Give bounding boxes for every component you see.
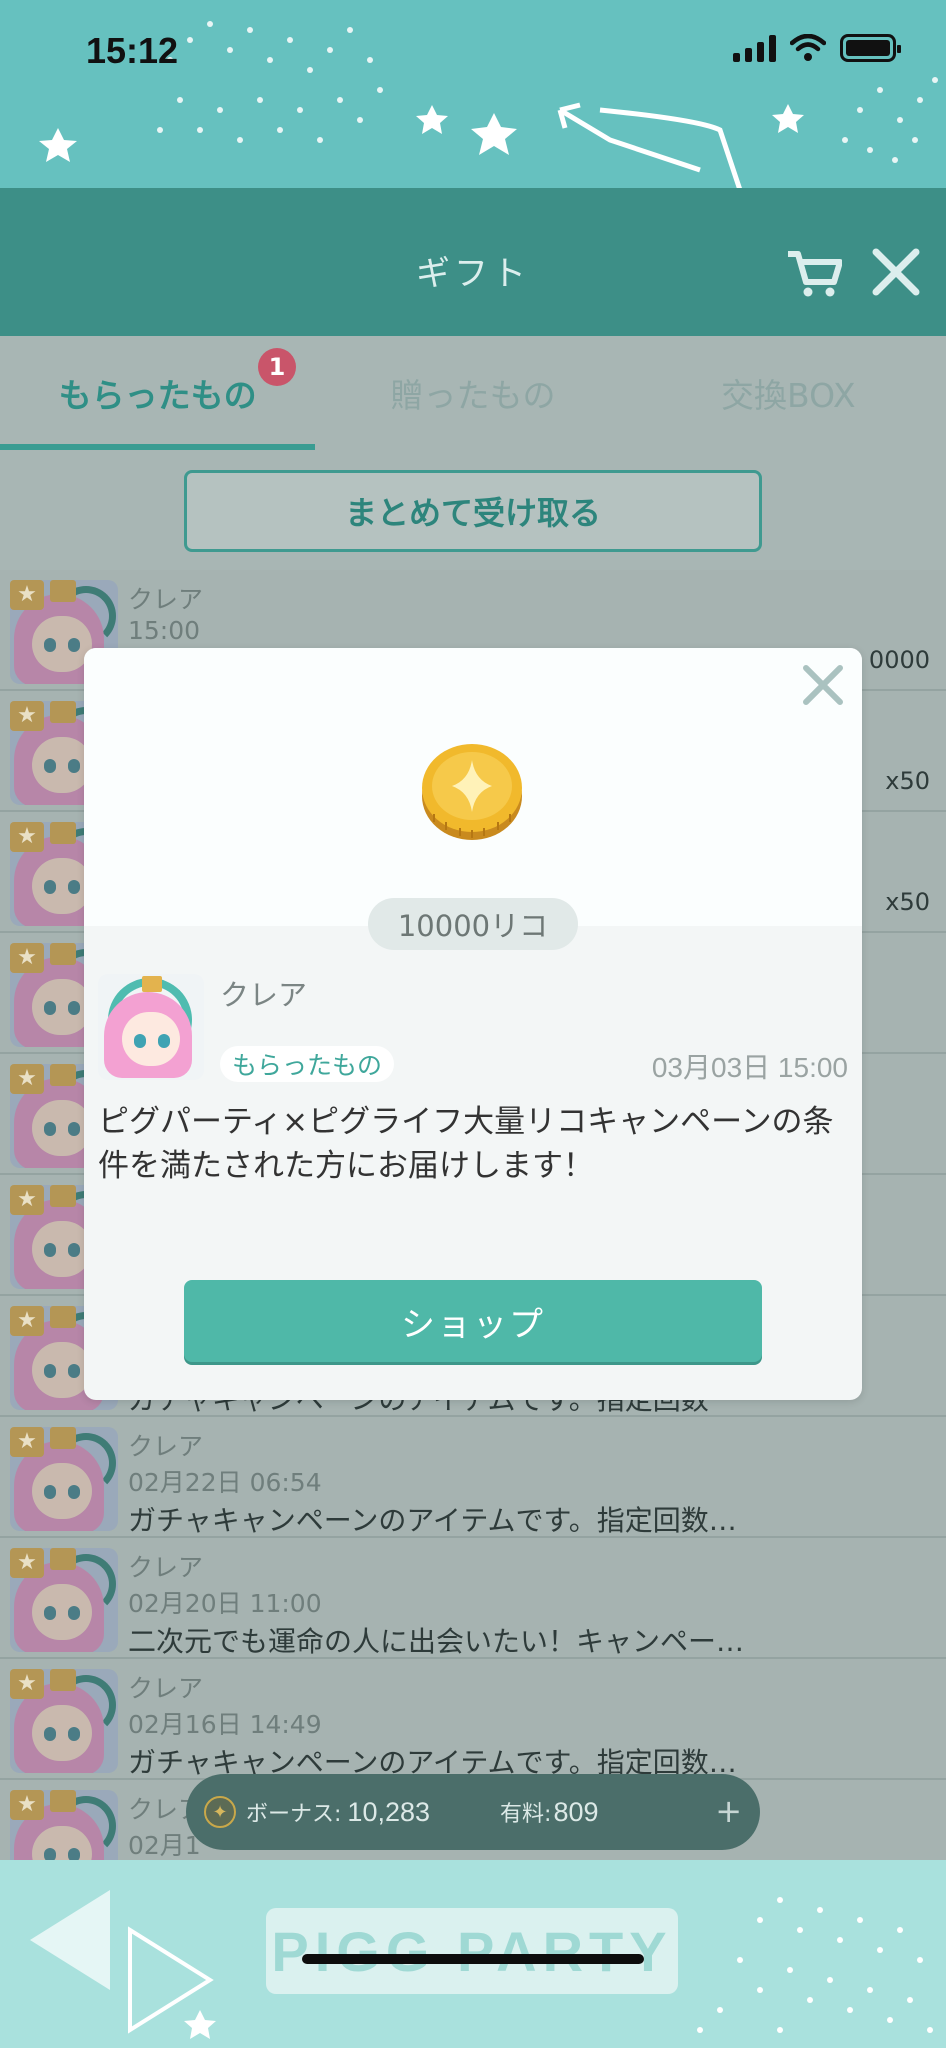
row-date: 02月20日 11:00 <box>128 1589 322 1618</box>
close-icon[interactable] <box>870 246 922 298</box>
row-message: ガチャキャンペーンのアイテムです。指定回数… <box>128 1504 737 1537</box>
star-icon: ★ <box>10 580 44 610</box>
star-icon: ★ <box>10 1306 44 1336</box>
row-message: 二次元でも運命の人に出会いたい！キャンペー… <box>128 1625 745 1658</box>
notification-badge: 1 <box>258 348 296 386</box>
tab-exchange-label: 交換BOX <box>721 376 856 415</box>
shop-button[interactable]: ショップ <box>184 1280 762 1362</box>
tab-sent[interactable]: 贈ったもの <box>315 336 630 450</box>
bonus-label: ボーナス: <box>246 1802 342 1827</box>
row-date: 02月16日 14:49 <box>128 1710 322 1739</box>
star-icon: ★ <box>10 701 44 731</box>
status-icons <box>733 34 901 62</box>
list-item[interactable]: ★ クレア 02月20日 11:00 二次元でも運命の人に出会いたい！キャンペー… <box>0 1538 946 1659</box>
flag-icon <box>50 1790 76 1812</box>
list-item[interactable]: ★ クレア 02月16日 14:49 ガチャキャンペーンのアイテムです。指定回数… <box>0 1659 946 1780</box>
star-icon: ★ <box>10 1185 44 1215</box>
flag-icon <box>50 1427 76 1449</box>
tab-received-label: もらったもの <box>58 376 257 415</box>
row-sender: クレア <box>128 1553 204 1582</box>
row-quantity: x50 <box>885 888 930 916</box>
flag-icon <box>50 1669 76 1691</box>
flag-icon <box>50 822 76 844</box>
star-icon: ★ <box>10 1790 44 1820</box>
star-icon: ★ <box>10 1669 44 1699</box>
gift-description: ピグパーティ×ピグライフ大量リコキャンペーンの条件を満たされた方にお届けします！ <box>98 1104 834 1184</box>
gift-date: 03月03日 15:00 <box>651 1052 848 1083</box>
star-icon: ★ <box>10 943 44 973</box>
pigg-party-logo: PIGG PARTY <box>266 1908 678 1994</box>
decor-pattern <box>39 21 938 190</box>
home-indicator <box>302 1954 644 1964</box>
sender-avatar <box>98 974 204 1080</box>
cart-icon[interactable] <box>786 248 842 298</box>
row-date: 02月22日 06:54 <box>128 1468 322 1497</box>
currency-bar: ✦ ボーナス: 10,283 有料: 809 + <box>186 1774 760 1850</box>
amount-pill: 10000リコ <box>368 898 578 950</box>
star-icon: ★ <box>10 1427 44 1457</box>
star-icon: ★ <box>10 1548 44 1578</box>
add-currency-button[interactable]: + <box>715 1792 742 1830</box>
flag-icon <box>50 1064 76 1086</box>
tab-received[interactable]: もらったもの 1 <box>0 336 316 450</box>
battery-icon <box>840 34 901 62</box>
coin-icon: ✦ <box>204 1796 236 1828</box>
flag-icon <box>50 701 76 723</box>
row-sender: クレア <box>128 585 204 614</box>
flag-icon <box>50 1548 76 1570</box>
coin-icon <box>422 744 522 840</box>
list-item[interactable]: ★ クレア 02月22日 06:54 ガチャキャンペーンのアイテムです。指定回数… <box>0 1417 946 1538</box>
received-tag: もらったもの <box>220 1046 395 1082</box>
flag-icon <box>50 1306 76 1328</box>
row-date: 15:00 <box>128 616 201 645</box>
top-decoration: 15:12 <box>0 0 946 190</box>
row-sender: クレア <box>128 1674 204 1703</box>
row-quantity: x50 <box>885 767 930 795</box>
flag-icon <box>50 1185 76 1207</box>
row-quantity: 0000 <box>868 646 930 674</box>
receive-area: まとめて受け取る <box>0 450 946 570</box>
modal-close-icon[interactable] <box>798 660 848 710</box>
paid-label: 有料: <box>500 1802 552 1827</box>
gift-detail-modal: 10000リコ クレア もらったもの 03月03日 15:00 ピグパーティ×ピ… <box>84 648 862 1400</box>
flag-icon <box>50 580 76 602</box>
tab-exchange-box[interactable]: 交換BOX <box>631 336 946 450</box>
flag-icon <box>50 943 76 965</box>
status-time: 15:12 <box>86 30 179 71</box>
star-icon: ★ <box>10 822 44 852</box>
tab-bar: もらったもの 1 贈ったもの 交換BOX <box>0 336 946 450</box>
bonus-value: 10,283 <box>347 1796 431 1827</box>
row-sender: クレア <box>128 1432 204 1461</box>
row-date: 02月1 <box>128 1831 201 1860</box>
paid-value: 809 <box>553 1796 599 1827</box>
header-bar: ギフト <box>0 188 946 336</box>
wifi-icon <box>790 34 826 61</box>
star-icon: ★ <box>10 1064 44 1094</box>
receive-all-button[interactable]: まとめて受け取る <box>184 470 762 552</box>
tab-sent-label: 贈ったもの <box>390 376 556 415</box>
signal-icon <box>733 34 776 62</box>
sender-name: クレア <box>220 978 308 1012</box>
